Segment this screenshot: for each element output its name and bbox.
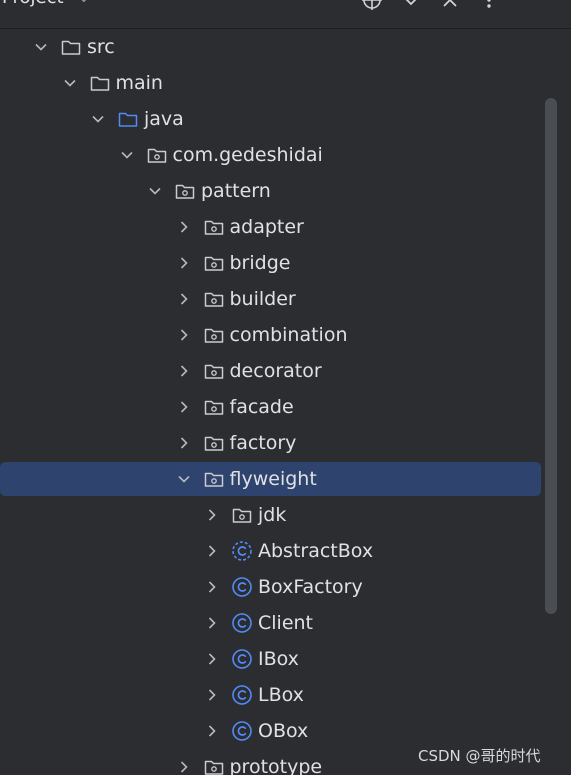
chevron-right-icon[interactable]: [177, 400, 191, 414]
chevron-down-icon[interactable]: [91, 112, 105, 126]
tree-item-java[interactable]: java: [0, 101, 545, 137]
package-icon: [203, 432, 225, 454]
tree-item-pattern[interactable]: pattern: [0, 173, 545, 209]
tree-item-label: prototype: [229, 756, 323, 775]
scrollbar-thumb[interactable]: [545, 98, 557, 614]
more-icon[interactable]: [477, 0, 501, 12]
tree-item-label: src: [87, 36, 115, 58]
class-icon: [231, 648, 253, 670]
folder-icon: [89, 72, 111, 94]
tree-item-builder[interactable]: builder: [0, 281, 545, 317]
package-icon: [174, 180, 196, 202]
package-icon: [203, 324, 225, 346]
tree-item-label: decorator: [229, 360, 322, 382]
tree-item-combination[interactable]: combination: [0, 317, 545, 353]
package-icon: [203, 756, 225, 775]
chevron-right-icon[interactable]: [177, 436, 191, 450]
watermark: CSDN @哥的时代: [418, 747, 541, 765]
chevron-down-icon[interactable]: [148, 184, 162, 198]
tree-item-label: bridge: [229, 252, 291, 274]
project-panel-header: Project ⌄: [0, 0, 571, 29]
package-icon: [203, 252, 225, 274]
chevron-down-icon[interactable]: [34, 40, 48, 54]
tree-item-label: LBox: [258, 684, 304, 706]
source-folder-icon: [117, 108, 139, 130]
expand-icon[interactable]: [399, 0, 423, 12]
tree-item-label: Client: [258, 612, 314, 634]
tree-item-label: AbstractBox: [258, 540, 374, 562]
chevron-down-icon[interactable]: [177, 472, 191, 486]
tree-item-label: combination: [229, 324, 348, 346]
tree-item-facade[interactable]: facade: [0, 389, 545, 425]
folder-icon: [60, 36, 82, 58]
chevron-right-icon[interactable]: [177, 292, 191, 306]
tree-item-decorator[interactable]: decorator: [0, 353, 545, 389]
tree-item-label: com.gedeshidai: [172, 144, 323, 166]
package-icon: [231, 504, 253, 526]
chevron-right-icon[interactable]: [177, 220, 191, 234]
class-icon: [231, 612, 253, 634]
tree-item-label: factory: [229, 432, 297, 454]
project-tool-window: Project ⌄ srcmain java com.gedeshidai patte…: [0, 0, 571, 775]
class-icon: [231, 684, 253, 706]
chevron-down-icon[interactable]: [63, 76, 77, 90]
tree-item-bridge[interactable]: bridge: [0, 245, 545, 281]
chevron-right-icon[interactable]: [205, 580, 219, 594]
chevron-right-icon[interactable]: [205, 544, 219, 558]
tree-item-client[interactable]: Client: [0, 605, 545, 641]
package-icon: [203, 396, 225, 418]
tree-item-label: builder: [229, 288, 296, 310]
tree-item-label: BoxFactory: [258, 576, 363, 598]
package-icon: [203, 288, 225, 310]
tree-item-ibox[interactable]: IBox: [0, 641, 545, 677]
chevron-right-icon[interactable]: [177, 256, 191, 270]
package-icon: [203, 360, 225, 382]
package-icon: [146, 144, 168, 166]
tree-item-label: adapter: [229, 216, 304, 238]
tree-item-label: pattern: [201, 180, 271, 202]
tree-item-main[interactable]: main: [0, 65, 545, 101]
package-icon: [203, 216, 225, 238]
close-icon[interactable]: [438, 0, 462, 12]
tree-item-label: facade: [229, 396, 294, 418]
tree-item-label: jdk: [258, 504, 287, 526]
tree-item-adapter[interactable]: adapter: [0, 209, 545, 245]
chevron-right-icon[interactable]: [177, 328, 191, 342]
locate-icon[interactable]: [360, 0, 384, 12]
chevron-right-icon[interactable]: [205, 508, 219, 522]
tree-item-boxfactory[interactable]: BoxFactory: [0, 569, 545, 605]
panel-title-dropdown-icon[interactable]: ⌄: [78, 0, 90, 6]
tree-item-label: flyweight: [229, 468, 317, 490]
tree-item-obox[interactable]: OBox: [0, 713, 545, 749]
project-tree: src main java com.gedeshidai pattern adapter b…: [0, 29, 560, 775]
chevron-right-icon[interactable]: [205, 652, 219, 666]
chevron-right-icon[interactable]: [177, 364, 191, 378]
tree-item-src[interactable]: src: [0, 29, 545, 65]
tree-item-label: java: [144, 108, 184, 130]
tree-item-factory[interactable]: factory: [0, 425, 545, 461]
tree-item-jdk[interactable]: jdk: [0, 497, 545, 533]
chevron-right-icon[interactable]: [205, 616, 219, 630]
tree-item-lbox[interactable]: LBox: [0, 677, 545, 713]
chevron-down-icon[interactable]: [120, 148, 134, 162]
tree-item-label: IBox: [258, 648, 299, 670]
tree-item-label: OBox: [258, 720, 309, 742]
panel-title[interactable]: Project: [2, 0, 64, 12]
class-icon: [231, 576, 253, 598]
class-icon: [231, 720, 253, 742]
tree-item-abstractbox[interactable]: AbstractBox: [0, 533, 545, 569]
tree-item-flyweight[interactable]: flyweight: [0, 462, 541, 496]
chevron-right-icon[interactable]: [205, 724, 219, 738]
abstract-class-icon: [231, 540, 253, 562]
tree-item-label: main: [115, 72, 163, 94]
chevron-right-icon[interactable]: [177, 760, 191, 774]
tree-item-com-gedeshidai[interactable]: com.gedeshidai: [0, 137, 545, 173]
chevron-right-icon[interactable]: [205, 688, 219, 702]
package-icon: [203, 468, 225, 490]
